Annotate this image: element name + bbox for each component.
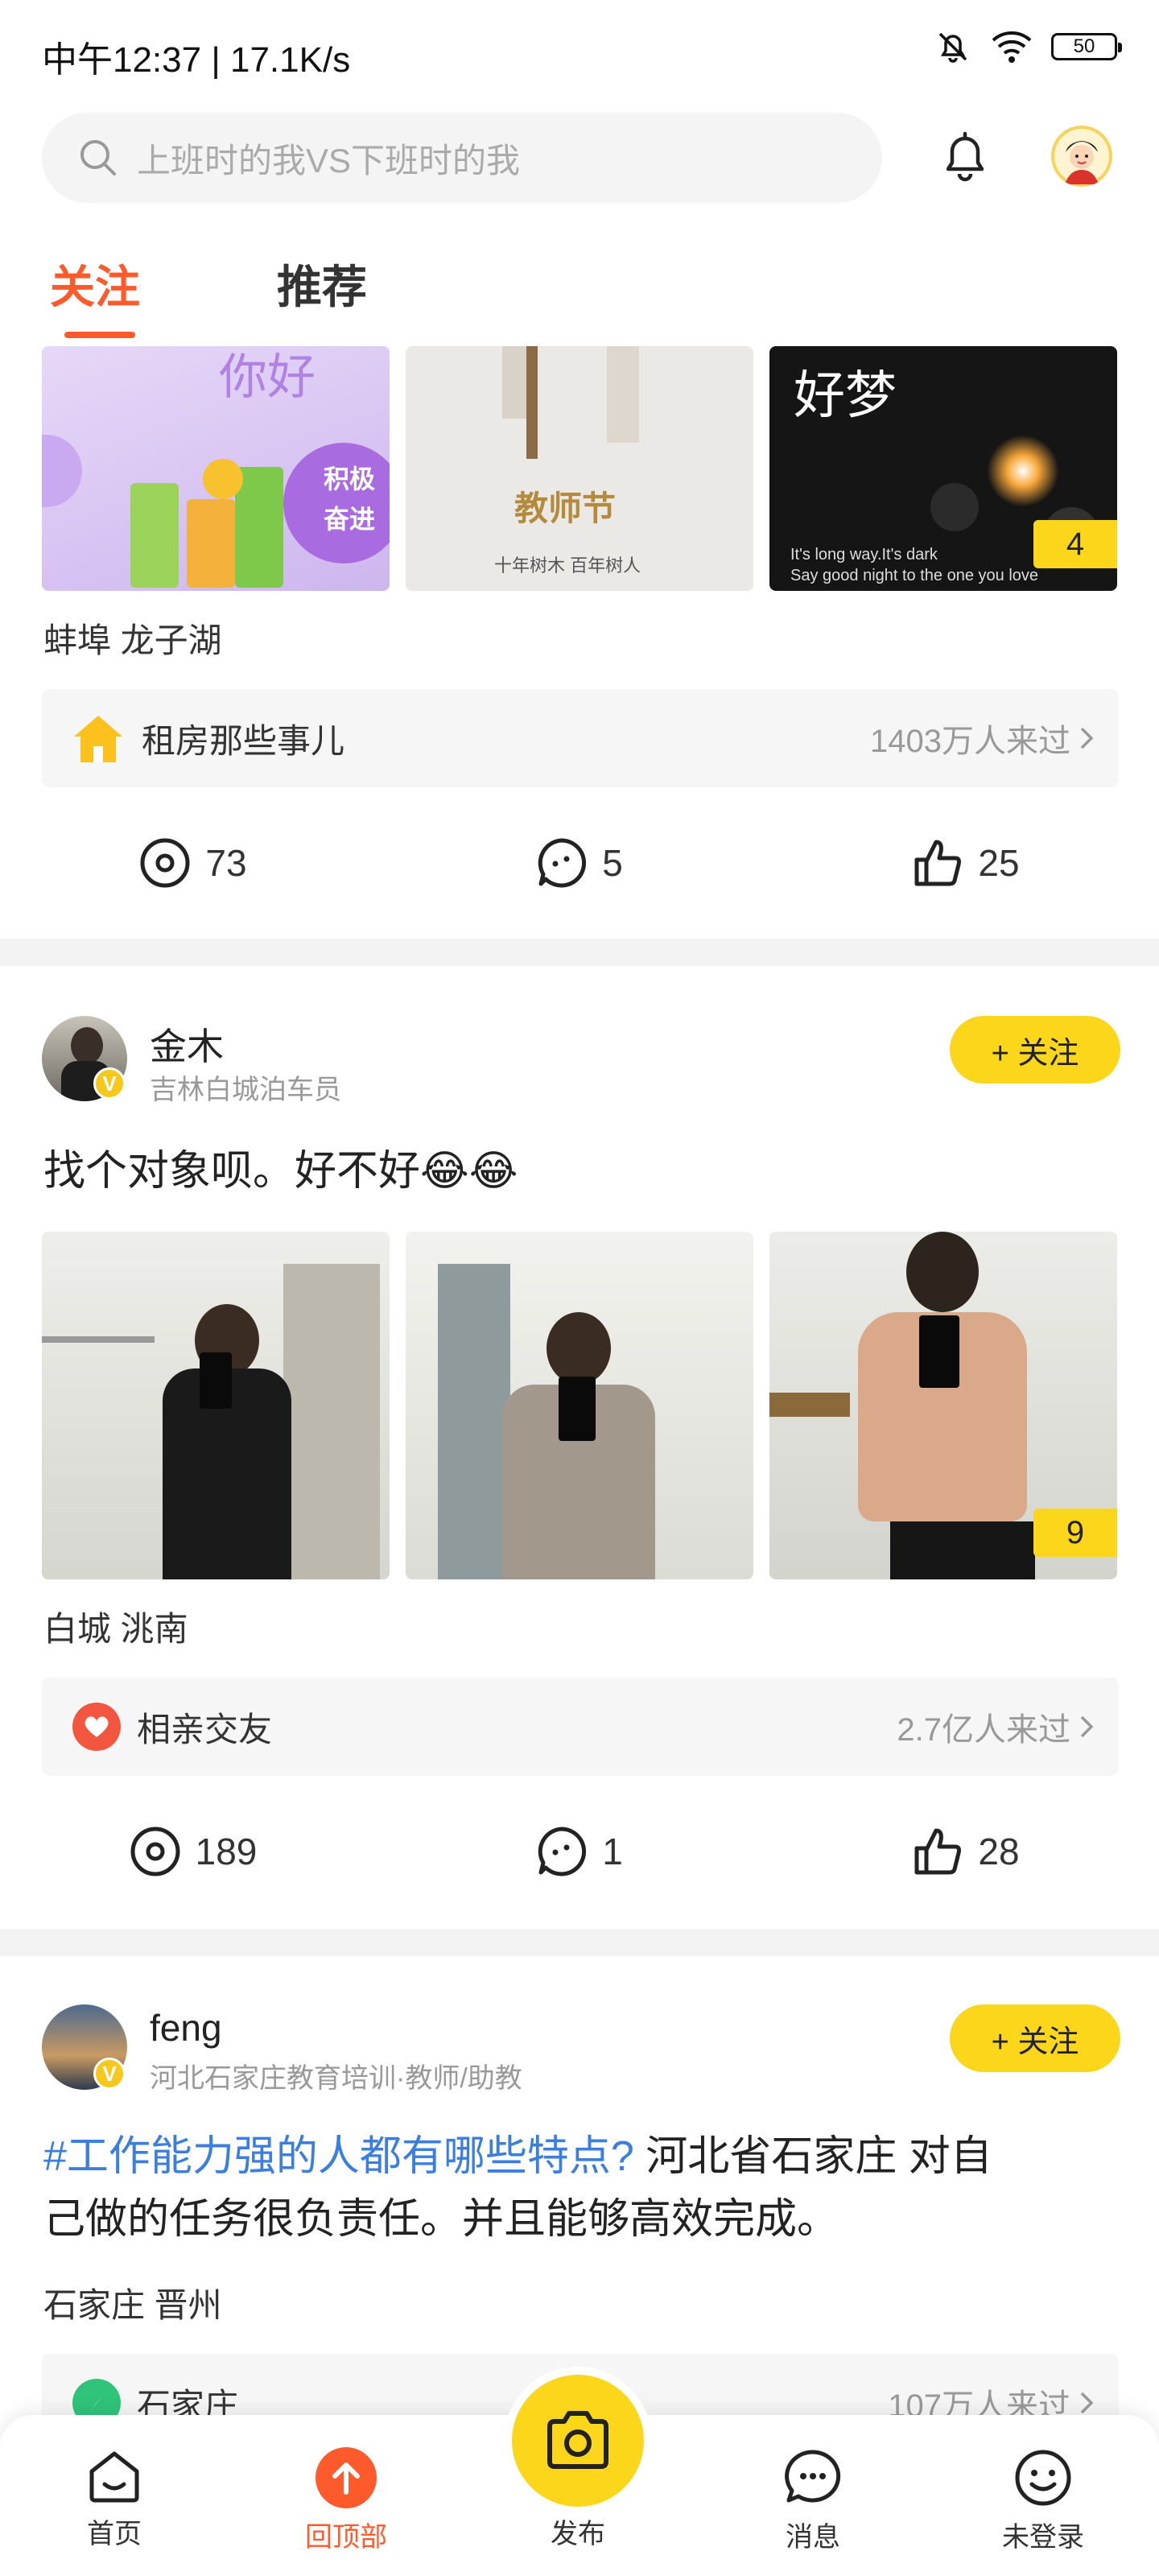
post-image[interactable]: 你好 积极 奋进 — [42, 346, 390, 591]
thumbs-up-icon — [914, 1828, 962, 1875]
author-name[interactable]: 金木 — [150, 1018, 224, 1071]
post-image[interactable] — [406, 1232, 753, 1579]
battery-indicator: 50 — [1051, 33, 1122, 60]
likes-count: 25 — [978, 842, 1020, 884]
status-time: 中午12:37 | 17.1K/s — [42, 40, 351, 80]
battery-level: 50 — [1073, 35, 1095, 57]
likes-stat[interactable]: 25 — [773, 823, 1159, 903]
tab-messages[interactable]: 消息 — [732, 2447, 893, 2554]
tab-login-label: 未登录 — [1002, 2522, 1084, 2553]
tab-login[interactable]: 未登录 — [963, 2447, 1124, 2554]
likes-count: 28 — [978, 1831, 1020, 1872]
comment-icon — [538, 838, 587, 888]
topic-visitors: 1403万人来过 — [870, 724, 1070, 759]
topic-name: 相亲交友 — [137, 1710, 273, 1748]
arrow-up-icon — [316, 2447, 377, 2508]
verified-badge: V — [93, 1067, 126, 1100]
author-subtitle: 河北石家庄教育培训·教师/助教 — [150, 2063, 522, 2094]
comments-count: 1 — [602, 1831, 623, 1872]
views-count: 73 — [205, 842, 247, 884]
tab-back-to-top-label: 回顶部 — [305, 2522, 387, 2553]
image-text: 奋进 — [324, 505, 376, 534]
views-stat: 189 — [0, 1811, 386, 1892]
likes-stat[interactable]: 28 — [773, 1811, 1159, 1892]
image-count-badge: 4 — [1033, 520, 1117, 568]
camera-icon — [547, 2411, 608, 2469]
tab-publish[interactable]: 发布 — [497, 2512, 658, 2551]
topic-visitors: 2.7亿人来过 — [897, 1712, 1070, 1748]
follow-button[interactable]: + 关注 — [950, 2004, 1120, 2072]
post-text[interactable]: 找个对象呗。好不好😂😂 — [43, 1140, 518, 1203]
status-icons: 50 — [934, 27, 1122, 66]
post-stats: 189 1 28 — [0, 1811, 1159, 1892]
post-image[interactable]: 9 — [769, 1232, 1117, 1579]
verified-badge: V — [93, 2058, 126, 2090]
wifi-icon — [992, 31, 1032, 63]
house-icon — [74, 716, 122, 762]
views-count: 189 — [195, 1831, 258, 1872]
tab-publish-label: 发布 — [551, 2519, 605, 2549]
tab-recommend[interactable]: 推荐 — [277, 251, 367, 316]
comments-stat[interactable]: 5 — [386, 823, 773, 903]
image-text: 积极 — [324, 464, 376, 493]
topic-link[interactable]: 相亲交友 2.7亿人来过 — [42, 1678, 1119, 1776]
chevron-right-icon — [1080, 727, 1094, 749]
image-text: 你好 — [219, 350, 316, 404]
comments-count: 5 — [602, 842, 623, 884]
post-divider — [0, 1929, 1159, 1956]
smiley-icon — [1015, 2450, 1071, 2506]
user-avatar[interactable] — [1051, 126, 1112, 187]
publish-button[interactable] — [512, 2375, 644, 2507]
heart-icon — [72, 1703, 121, 1751]
tab-home[interactable]: 首页 — [34, 2447, 195, 2551]
topic-link[interactable]: 租房那些事儿 1403万人来过 — [42, 689, 1119, 787]
topic-name: 租房那些事儿 — [142, 721, 345, 760]
post-text-line1: 河北省石家庄 对自 — [633, 2133, 992, 2180]
image-text: 十年树木 百年树人 — [494, 555, 641, 576]
thumbs-up-icon — [914, 840, 962, 886]
tab-back-to-top[interactable]: 回顶部 — [266, 2447, 427, 2554]
chevron-right-icon — [1080, 1715, 1094, 1738]
post-location: 白城 洮南 — [43, 1610, 188, 1648]
tab-messages-label: 消息 — [786, 2522, 840, 2553]
chat-bubble-icon — [785, 2450, 841, 2503]
follow-button[interactable]: + 关注 — [950, 1016, 1120, 1084]
search-placeholder: 上班时的我VS下班时的我 — [137, 141, 521, 180]
image-text: Say good night to the one you love — [790, 567, 1039, 584]
search-bar[interactable]: 上班时的我VS下班时的我 — [42, 113, 882, 203]
image-text: It's long way.It's dark — [790, 546, 938, 564]
comment-icon — [538, 1827, 587, 1876]
comments-stat[interactable]: 1 — [386, 1811, 773, 1892]
post-stats: 73 5 25 — [0, 823, 1159, 903]
post-location: 石家庄 晋州 — [43, 2286, 222, 2324]
home-icon — [89, 2451, 139, 2503]
author-subtitle: 吉林白城泊车员 — [150, 1075, 341, 1105]
post-image[interactable]: 教师节 十年树木 百年树人 — [406, 346, 753, 591]
author-name[interactable]: feng — [150, 2006, 222, 2050]
post-image[interactable]: 好梦 It's long way.It's dark Say good nigh… — [769, 346, 1117, 591]
eye-icon — [140, 838, 190, 888]
post-location: 蚌埠 龙子湖 — [43, 621, 222, 659]
tab-active-indicator — [64, 332, 135, 338]
notification-bell-icon[interactable] — [938, 129, 992, 189]
chevron-right-icon — [1080, 2392, 1094, 2414]
search-icon — [80, 140, 116, 175]
tab-following[interactable]: 关注 — [50, 251, 140, 316]
image-text: 好梦 — [794, 366, 897, 424]
eye-icon — [130, 1827, 180, 1876]
post-text-line2: 己做的任务很负责任。并且能够高效完成。 — [43, 2196, 839, 2243]
tab-home-label: 首页 — [87, 2519, 142, 2549]
views-stat: 73 — [0, 823, 386, 903]
image-text: 教师节 — [514, 489, 617, 527]
image-count-badge: 9 — [1033, 1509, 1117, 1557]
mute-bell-icon — [938, 32, 967, 63]
post-divider — [0, 939, 1159, 966]
post-text[interactable]: #工作能力强的人都有哪些特点? 河北省石家庄 对自 己做的任务很负责任。并且能够… — [43, 2125, 1122, 2251]
hashtag-link[interactable]: #工作能力强的人都有哪些特点? — [43, 2133, 634, 2180]
post-image[interactable] — [42, 1232, 390, 1579]
